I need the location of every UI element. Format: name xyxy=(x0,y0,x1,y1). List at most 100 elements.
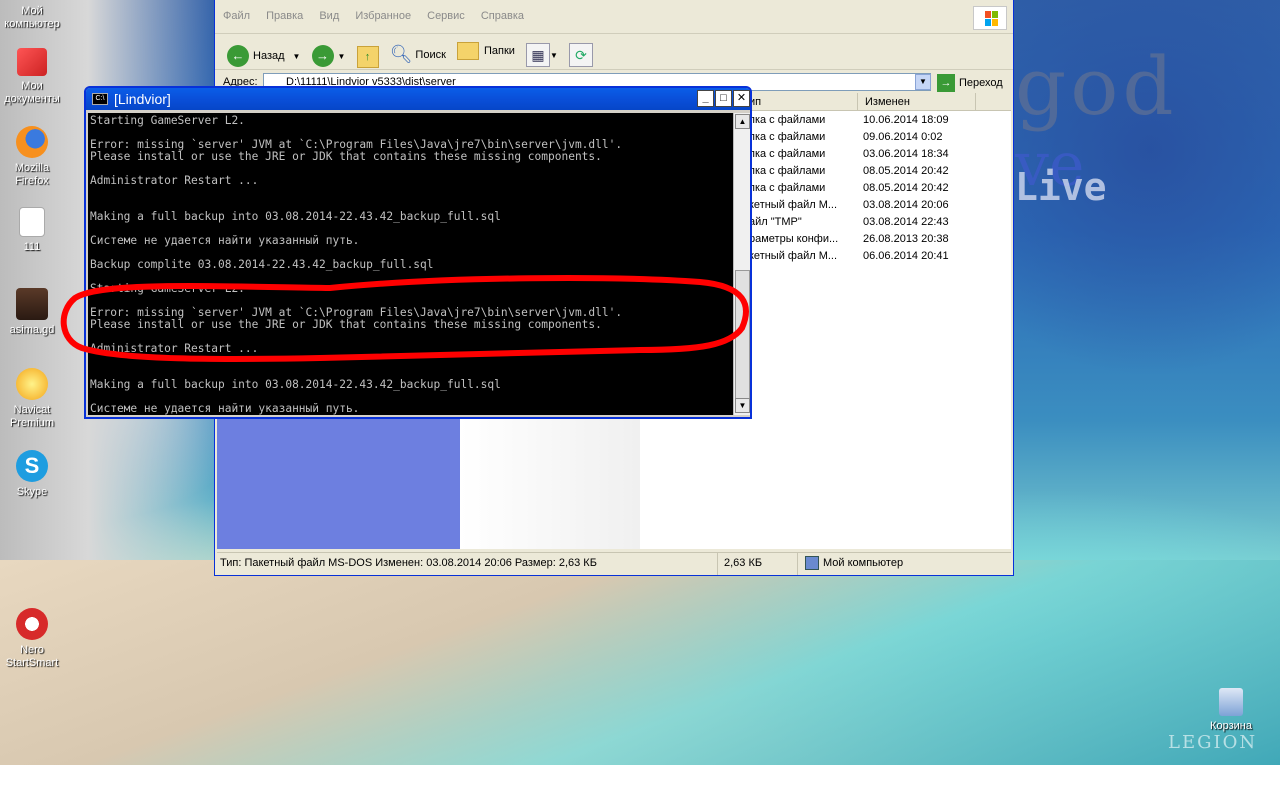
nero-icon xyxy=(16,608,48,640)
file-type: пка с файлами xyxy=(749,131,826,143)
dropdown-arrow-icon[interactable]: ▼ xyxy=(338,52,346,61)
status-divider xyxy=(797,553,798,575)
desktop-icon-my-computer[interactable]: Мой компьютер xyxy=(0,5,64,31)
file-icon xyxy=(19,207,45,237)
status-location: Мой компьютер xyxy=(823,557,904,569)
menu-file[interactable]: Файл xyxy=(215,0,255,22)
scroll-down-icon[interactable]: ▼ xyxy=(735,398,750,413)
minimize-button[interactable]: _ xyxy=(697,90,714,107)
console-line: Please install or use the JRE or JDK tha… xyxy=(90,318,602,331)
my-computer-icon xyxy=(805,556,819,570)
file-modified: 10.06.2014 18:09 xyxy=(863,114,949,126)
go-label: Переход xyxy=(959,77,1003,89)
menu-help[interactable]: Справка xyxy=(473,0,529,22)
file-type: пка с файлами xyxy=(749,148,826,160)
up-folder-button[interactable]: ↑ xyxy=(356,44,379,70)
column-divider xyxy=(975,93,976,110)
file-modified: 08.05.2014 20:42 xyxy=(863,182,949,194)
menu-view[interactable]: Вид xyxy=(311,0,344,22)
file-type: пка с файлами xyxy=(749,165,826,177)
file-modified: 08.05.2014 20:42 xyxy=(863,165,949,177)
file-modified: 03.08.2014 20:06 xyxy=(863,199,949,211)
desktop-icon-my-documents[interactable]: Мои документы xyxy=(0,48,64,106)
back-arrow-icon: ← xyxy=(227,45,249,67)
status-size: 2,63 КБ xyxy=(724,557,763,569)
console-icon: C:\ xyxy=(92,93,108,105)
console-output[interactable]: Starting GameServer L2. Error: missing `s… xyxy=(88,113,733,415)
column-divider xyxy=(857,93,858,110)
go-button[interactable]: → Переход xyxy=(937,73,1003,93)
console-line: Please install or use the JRE or JDK tha… xyxy=(90,150,602,163)
status-bar: Тип: Пакетный файл MS-DOS Изменен: 03.08… xyxy=(217,552,1011,575)
console-titlebar[interactable]: C:\ [Lindvior] _ □ ✕ xyxy=(86,88,750,110)
my-documents-icon xyxy=(17,48,47,76)
close-button[interactable]: ✕ xyxy=(733,90,750,107)
console-window: C:\ [Lindvior] _ □ ✕ Starting GameServer… xyxy=(84,86,752,419)
console-line: Системе не удается найти указанный путь. xyxy=(90,234,360,247)
console-line: Backup complite 03.08.2014-22.43.42_back… xyxy=(90,258,434,271)
console-line: Administrator Restart ... xyxy=(90,174,259,187)
console-line: Making a full backup into 03.08.2014-22.… xyxy=(90,210,501,223)
folder-icon xyxy=(456,42,479,60)
search-button[interactable]: 🔍︎ Поиск xyxy=(390,42,446,68)
firefox-icon xyxy=(16,126,48,158)
scroll-up-icon[interactable]: ▲ xyxy=(735,114,750,129)
dropdown-arrow-icon: ▼ xyxy=(549,50,558,60)
up-folder-icon: ↑ xyxy=(356,46,379,68)
toolbar: ← Назад ▼ → ▼ ↑ 🔍︎ Поиск Папки ▦ ▼ ⟳ xyxy=(215,34,1013,70)
desktop-icon-label: Мой компьютер xyxy=(4,5,60,30)
desktop-icon-label: asima.gd xyxy=(9,324,55,336)
console-line: Системе не удается найти указанный путь. xyxy=(90,402,360,415)
forward-button[interactable]: → ▼ xyxy=(311,43,346,69)
wallpaper-text: god xyxy=(1015,40,1178,133)
console-scrollbar[interactable]: ▲ ▼ xyxy=(733,113,750,415)
desktop-icon-recycle-bin[interactable]: Корзина xyxy=(1199,688,1263,733)
desktop-icon-navicat[interactable]: Navicat Premium xyxy=(0,368,64,430)
sync-icon: ⟳ xyxy=(568,43,593,67)
folders-button[interactable]: Папки xyxy=(456,38,515,64)
chevron-down-icon[interactable]: ▼ xyxy=(915,74,931,90)
menu-tools[interactable]: Сервис xyxy=(419,0,470,22)
lineage-icon xyxy=(16,288,48,320)
file-type: кетный файл M... xyxy=(749,199,838,211)
folders-label: Папки xyxy=(483,45,515,57)
console-title: [Lindvior] xyxy=(114,91,171,107)
file-modified: 26.08.2013 20:38 xyxy=(863,233,949,245)
console-line: Making a full backup into 03.08.2014-22.… xyxy=(90,378,501,391)
desktop-icon-label: Корзина xyxy=(1210,720,1252,732)
back-button[interactable]: ← Назад ▼ xyxy=(227,43,300,69)
desktop-icon-firefox[interactable]: Mozilla Firefox xyxy=(0,126,64,188)
desktop-icon-label: Мои документы xyxy=(4,80,60,105)
windows-flag-icon xyxy=(973,6,1007,30)
back-label: Назад xyxy=(253,50,285,62)
maximize-button[interactable]: □ xyxy=(715,90,732,107)
dropdown-arrow-icon[interactable]: ▼ xyxy=(293,52,301,61)
menu-favorites[interactable]: Избранное xyxy=(347,0,416,22)
file-modified: 09.06.2014 0:02 xyxy=(863,131,943,143)
file-type: пка с файлами xyxy=(749,114,826,126)
desktop-icon-label: Mozilla Firefox xyxy=(14,162,50,187)
console-line: Administrator Restart ... xyxy=(90,342,259,355)
file-modified: 06.06.2014 20:41 xyxy=(863,250,949,262)
file-type: раметры конфи... xyxy=(749,233,839,245)
console-line: Starting GameServer L2. xyxy=(90,282,245,295)
menu-bar: Файл Правка Вид Избранное Сервис Справка xyxy=(215,0,1013,34)
desktop-icon-asima[interactable]: asima.gd xyxy=(0,288,64,337)
recycle-bin-icon xyxy=(1219,688,1243,716)
column-modified[interactable]: Изменен xyxy=(865,96,910,108)
menu-edit[interactable]: Правка xyxy=(258,0,308,22)
sync-button[interactable]: ⟳ xyxy=(568,42,593,68)
views-button[interactable]: ▦ ▼ xyxy=(525,42,558,68)
desktop-icon-label: Skype xyxy=(16,486,48,498)
desktop-icon-nero[interactable]: Nero StartSmart xyxy=(0,608,64,670)
wallpaper-beach xyxy=(0,560,1280,765)
desktop-icon-label: Nero StartSmart xyxy=(5,644,59,669)
desktop-icon-skype[interactable]: S Skype xyxy=(0,450,64,499)
scroll-thumb[interactable] xyxy=(735,270,750,400)
status-divider xyxy=(717,553,718,575)
status-info: Тип: Пакетный файл MS-DOS Изменен: 03.08… xyxy=(220,557,597,569)
wallpaper-text: Live xyxy=(1015,165,1107,209)
desktop-icon-111[interactable]: 111 xyxy=(0,207,64,254)
